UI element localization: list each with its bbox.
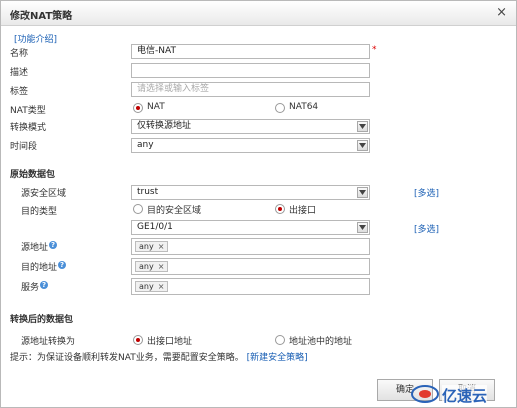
- convert-mode-select[interactable]: 仅转换源地址: [131, 119, 370, 134]
- source-address-field[interactable]: any ×: [131, 238, 370, 255]
- chevron-down-icon: [357, 222, 368, 233]
- source-convert-option-pool: 地址池中的地址: [289, 337, 353, 347]
- outbound-interface-select[interactable]: GE1/0/1: [131, 220, 370, 235]
- tag-label: 标签: [10, 87, 29, 97]
- description-label: 描述: [10, 68, 29, 78]
- help-icon[interactable]: ?: [58, 261, 66, 269]
- nat-type-radio-nat[interactable]: [133, 103, 143, 113]
- destination-type-radio-zone[interactable]: [133, 204, 143, 214]
- cloud-logo-icon: [411, 385, 439, 403]
- time-range-label: 时间段: [10, 142, 38, 152]
- original-packet-title: 原始数据包: [10, 170, 56, 180]
- dialog-title: 修改NAT策略: [10, 11, 73, 22]
- nat-type-option-nat: NAT: [147, 102, 165, 112]
- remove-tag-icon[interactable]: ×: [158, 242, 165, 251]
- remove-tag-icon[interactable]: ×: [158, 282, 165, 291]
- destination-type-option-zone: 目的安全区域: [147, 206, 202, 216]
- source-convert-radio-pool[interactable]: [275, 335, 285, 345]
- name-label: 名称: [10, 49, 29, 59]
- intro-link[interactable]: [功能介绍]: [14, 32, 57, 45]
- hint-text: 提示：为保证设备顺利转发NAT业务，需要配置安全策略。 [新建安全策略]: [10, 350, 308, 363]
- source-zone-label: 源安全区域: [21, 189, 67, 199]
- dialog-titlebar: 修改NAT策略 ×: [1, 1, 516, 26]
- service-tag-text: any: [139, 282, 154, 291]
- new-security-policy-link[interactable]: [新建安全策略]: [247, 353, 308, 363]
- service-field[interactable]: any ×: [131, 278, 370, 295]
- required-mark: *: [372, 45, 377, 55]
- chevron-down-icon: [357, 121, 368, 132]
- source-address-tag-text: any: [139, 242, 154, 251]
- nat-type-label: NAT类型: [10, 106, 46, 116]
- source-convert-option-interface: 出接口地址: [147, 337, 193, 347]
- destination-type-label: 目的类型: [21, 207, 58, 217]
- destination-address-label: 目的地址: [21, 263, 58, 273]
- destination-type-option-interface: 出接口: [289, 206, 317, 216]
- time-range-select[interactable]: any: [131, 138, 370, 153]
- tag-input[interactable]: 请选择或输入标签: [131, 82, 370, 97]
- close-icon[interactable]: ×: [496, 5, 507, 20]
- hint-message: 提示：为保证设备顺利转发NAT业务，需要配置安全策略。: [10, 353, 244, 363]
- service-tag: any ×: [135, 281, 169, 292]
- source-zone-select[interactable]: trust: [131, 185, 370, 200]
- source-address-label: 源地址: [21, 243, 49, 253]
- service-label: 服务: [21, 283, 40, 293]
- nat-type-radio-nat64[interactable]: [275, 103, 285, 113]
- destination-type-radio-interface[interactable]: [275, 204, 285, 214]
- source-zone-multi-select-link[interactable]: [多选]: [414, 186, 439, 199]
- edit-nat-policy-dialog: 修改NAT策略 × [功能介绍] 名称 电信-NAT * 描述 标签 请选择或输…: [0, 0, 517, 408]
- source-address-tag: any ×: [135, 241, 169, 252]
- destination-address-tag: any ×: [135, 261, 169, 272]
- help-icon[interactable]: ?: [49, 241, 57, 249]
- source-convert-radio-interface[interactable]: [133, 335, 143, 345]
- translated-packet-title: 转换后的数据包: [10, 315, 74, 325]
- destination-address-field[interactable]: any ×: [131, 258, 370, 275]
- source-zone-value: trust: [137, 187, 159, 197]
- source-convert-label: 源地址转换为: [21, 337, 76, 347]
- remove-tag-icon[interactable]: ×: [158, 262, 165, 271]
- convert-mode-value: 仅转换源地址: [137, 121, 192, 131]
- convert-mode-label: 转换模式: [10, 123, 47, 133]
- nat-type-option-nat64: NAT64: [289, 102, 319, 112]
- name-field[interactable]: 电信-NAT: [131, 44, 370, 59]
- watermark-text: 亿速云: [442, 385, 488, 406]
- help-icon[interactable]: ?: [40, 281, 48, 289]
- description-field[interactable]: [131, 63, 370, 78]
- chevron-down-icon: [357, 187, 368, 198]
- outbound-interface-value: GE1/0/1: [137, 222, 173, 232]
- interface-multi-select-link[interactable]: [多选]: [414, 222, 439, 235]
- chevron-down-icon: [357, 140, 368, 151]
- time-range-value: any: [137, 140, 154, 150]
- destination-address-tag-text: any: [139, 262, 154, 271]
- watermark-logo: 亿速云: [410, 383, 510, 406]
